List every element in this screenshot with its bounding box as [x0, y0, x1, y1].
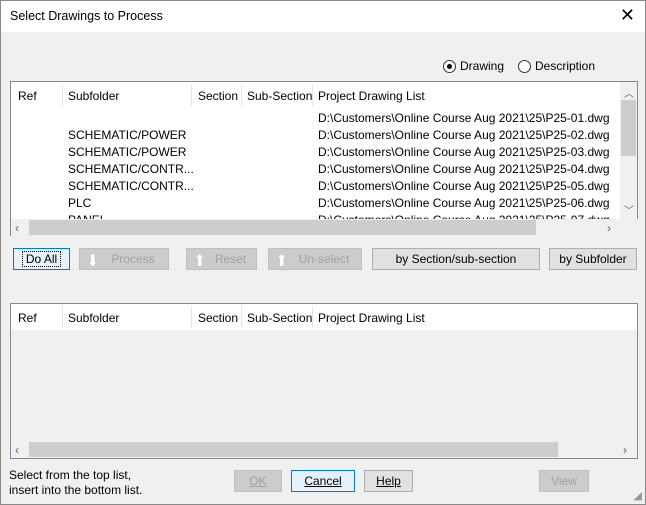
button-label: Reset — [214, 252, 247, 266]
arrow-down-icon: ⬇ — [86, 253, 100, 270]
list-header: Ref Subfolder Section Sub-Section Projec… — [11, 304, 637, 330]
table-row[interactable]: PANELD:\Customers\Online Course Aug 2021… — [11, 211, 621, 219]
table-row[interactable]: SCHEMATIC/POWER D:\Customers\Online Cours… — [11, 143, 621, 160]
instructions-text: Select from the top list, insert into th… — [9, 468, 142, 498]
title-bar: Select Drawings to Process ✕ — [1, 1, 645, 32]
cell-subfolder: SCHEMATIC/POWER — [68, 128, 187, 142]
arrow-up-icon: ⬆ — [275, 253, 289, 270]
cancel-button[interactable]: Cancel — [291, 470, 355, 492]
by-section-button[interactable]: by Section/sub-section — [372, 248, 540, 270]
ok-button[interactable]: OK — [234, 470, 282, 492]
column-project-drawing-list[interactable]: Project Drawing List — [318, 311, 425, 325]
vertical-scrollbar[interactable]: ︿ ﹀ — [620, 82, 637, 219]
button-label: Cancel — [304, 474, 342, 488]
hint-line: Select from the top list, — [9, 468, 132, 482]
cell-path: D:\Customers\Online Course Aug 2021\25\P… — [318, 162, 610, 176]
button-label: Process — [111, 252, 155, 266]
column-subfolder[interactable]: Subfolder — [68, 311, 119, 325]
do-all-button[interactable]: Do All — [13, 248, 70, 270]
table-row[interactable]: SCHEMATIC/CONTR... D:\Customers\Online Co… — [11, 177, 621, 194]
window-title: Select Drawings to Process — [10, 9, 163, 23]
bottom-drawing-list[interactable]: Ref Subfolder Section Sub-Section Projec… — [10, 303, 638, 459]
column-section[interactable]: Section — [198, 311, 238, 325]
cell-subfolder: SCHEMATIC/CONTR... — [68, 162, 194, 176]
button-label: OK — [249, 474, 267, 488]
cell-path: D:\Customers\Online Course Aug 2021\25\P… — [318, 196, 610, 210]
scroll-down-icon[interactable]: ﹀ — [624, 202, 634, 217]
table-row[interactable]: PLC D:\Customers\Online Course Aug 2021\2… — [11, 194, 621, 211]
column-sub-section[interactable]: Sub-Section — [247, 311, 312, 325]
unselect-button[interactable]: ⬆ Un-select — [268, 248, 362, 270]
reset-button[interactable]: ⬆ Reset — [186, 248, 257, 270]
scroll-left-icon[interactable]: ‹ — [15, 443, 19, 457]
button-label: by Subfolder — [559, 252, 627, 266]
table-row[interactable]: SCHEMATIC/CONTR... D:\Customers\Online Co… — [11, 160, 621, 177]
scroll-left-icon[interactable]: ‹ — [15, 221, 19, 235]
horizontal-scrollbar[interactable]: ‹ › — [11, 219, 621, 236]
radio-label: Drawing — [460, 59, 505, 73]
scroll-thumb[interactable] — [621, 100, 636, 156]
scroll-up-icon[interactable]: ︿ — [624, 85, 634, 100]
help-button[interactable]: Help — [364, 470, 413, 492]
radio-label: Description — [535, 59, 596, 73]
button-label: Help — [376, 474, 401, 488]
process-button[interactable]: ⬇ Process — [79, 248, 169, 270]
close-icon[interactable]: ✕ — [620, 5, 635, 26]
arrow-up-icon: ⬆ — [193, 253, 207, 270]
button-label: Un-select — [298, 252, 350, 266]
hint-line: insert into the bottom list. — [9, 483, 143, 497]
scroll-thumb[interactable] — [29, 442, 558, 457]
horizontal-scrollbar[interactable]: ‹ › — [11, 441, 637, 458]
radio-description[interactable]: Description — [518, 59, 595, 73]
scroll-thumb[interactable] — [29, 220, 536, 235]
table-row[interactable]: SCHEMATIC/POWER D:\Customers\Online Cours… — [11, 126, 621, 143]
radio-drawing[interactable]: Drawing — [443, 59, 504, 73]
scroll-right-icon[interactable]: › — [623, 443, 627, 457]
by-subfolder-button[interactable]: by Subfolder — [549, 248, 637, 270]
cell-path: D:\Customers\Online Course Aug 2021\25\P… — [318, 111, 610, 125]
resize-grip-icon[interactable]: ◢ — [634, 489, 642, 502]
cell-subfolder: SCHEMATIC/POWER — [68, 145, 187, 159]
cell-subfolder: SCHEMATIC/CONTR... — [68, 179, 194, 193]
table-row[interactable]: D:\Customers\Online Course Aug 2021\25\P… — [11, 109, 621, 126]
view-button[interactable]: View — [539, 470, 589, 492]
scroll-right-icon[interactable]: › — [607, 221, 611, 235]
cell-path: D:\Customers\Online Course Aug 2021\25\P… — [318, 179, 610, 193]
cell-path: D:\Customers\Online Course Aug 2021\25\P… — [318, 128, 610, 142]
select-drawings-dialog: Select Drawings to Process ✕ Drawing Des… — [0, 0, 646, 505]
radio-unchecked-icon — [518, 59, 531, 73]
cell-subfolder: PLC — [68, 196, 92, 210]
button-label: by Section/sub-section — [395, 252, 517, 266]
radio-checked-icon — [443, 59, 456, 73]
cell-path: D:\Customers\Online Course Aug 2021\25\P… — [318, 145, 610, 159]
column-ref[interactable]: Ref — [18, 311, 37, 325]
top-drawing-list[interactable]: Ref Subfolder Section Sub-Section Projec… — [10, 81, 638, 236]
button-label: Do All — [21, 251, 62, 267]
button-label: View — [551, 474, 577, 488]
